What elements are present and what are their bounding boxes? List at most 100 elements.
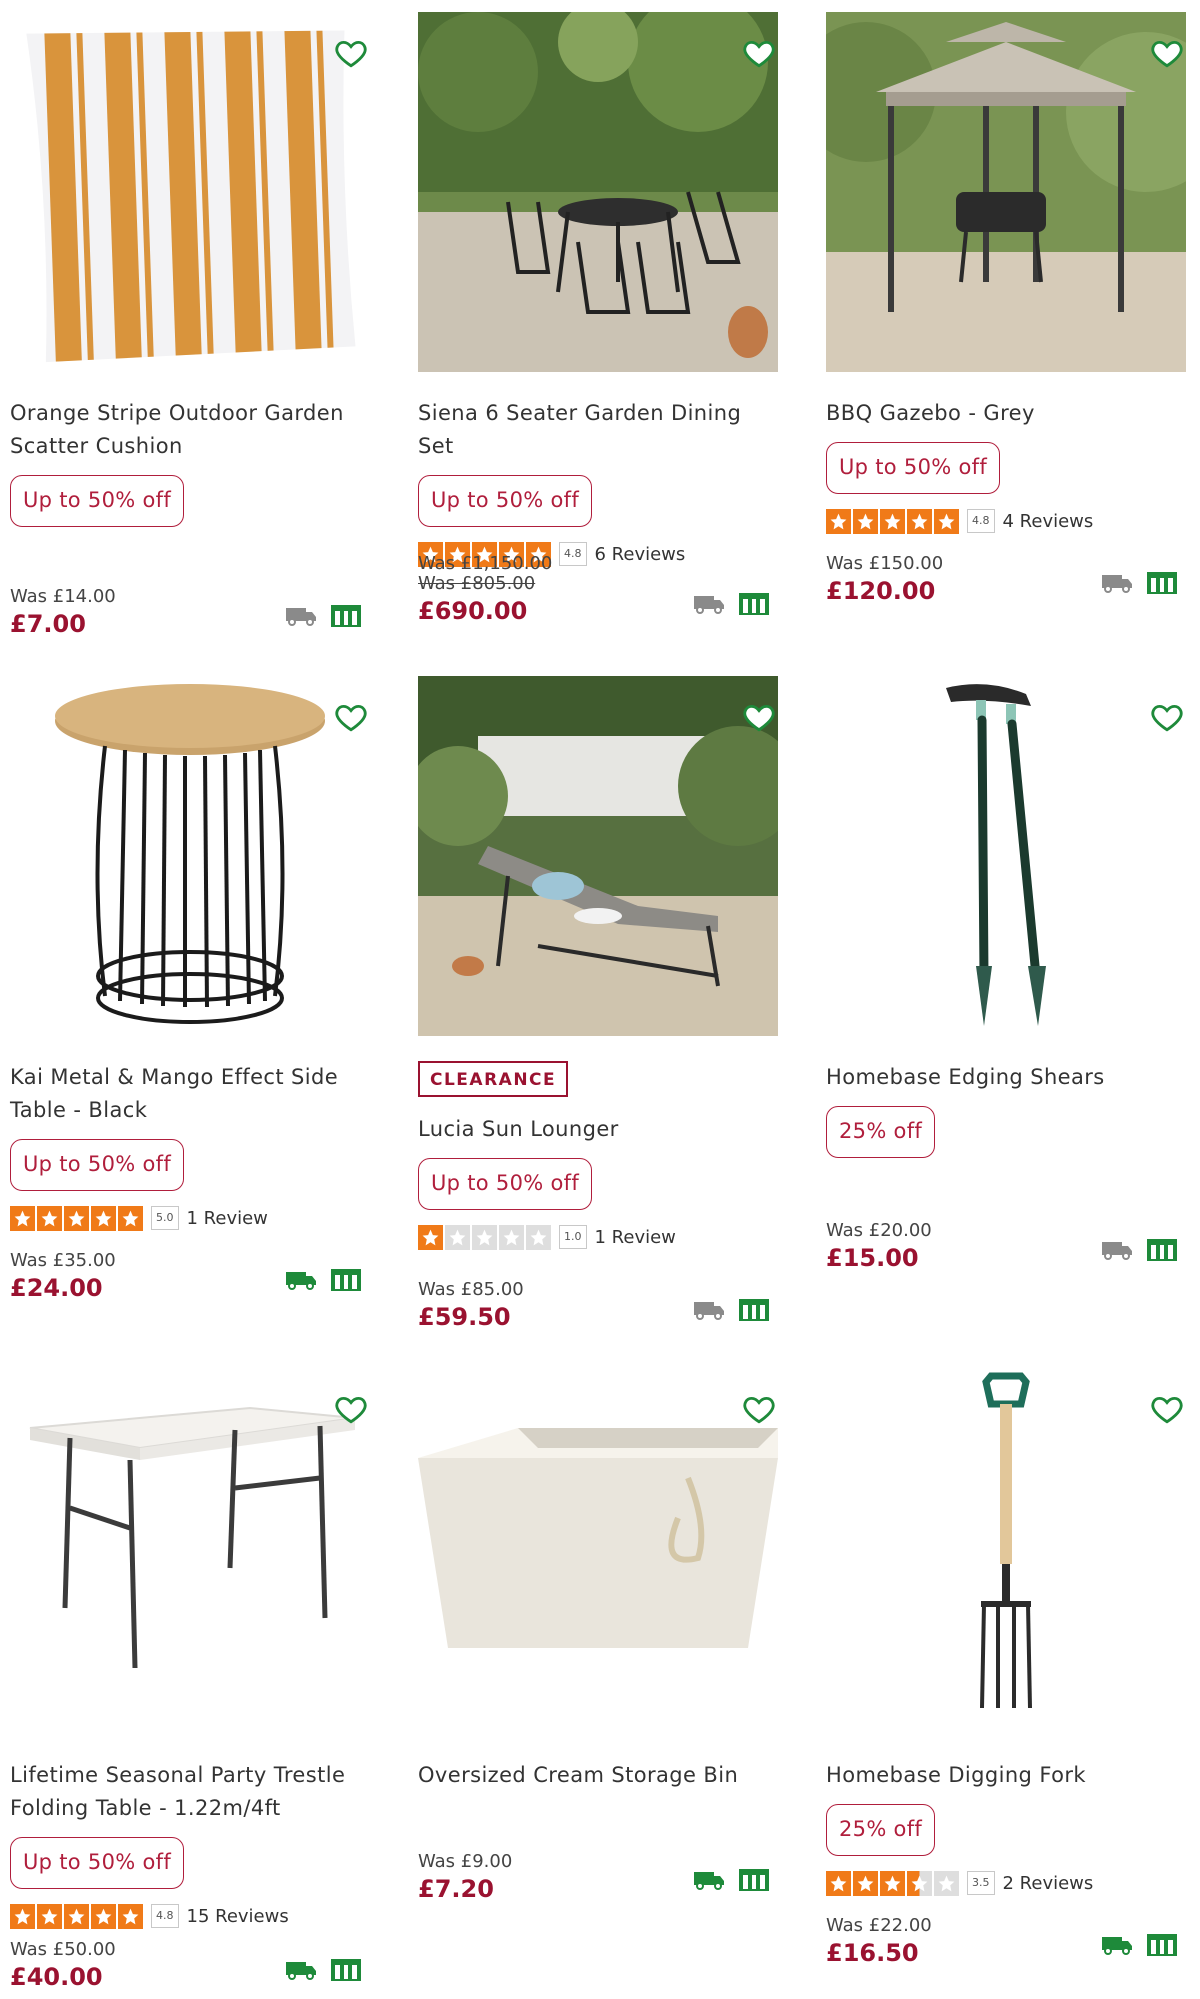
fulfilment-icons — [1098, 1236, 1178, 1262]
product-title[interactable]: Homebase Digging Fork — [826, 1759, 1186, 1792]
store-collect-icon — [739, 1299, 769, 1321]
star-icon — [934, 1870, 959, 1896]
review-count[interactable]: 15 Reviews — [187, 1906, 289, 1927]
star-icon — [853, 508, 878, 534]
delivery-truck-icon — [286, 608, 316, 626]
product-image[interactable] — [418, 676, 778, 1036]
star-icon — [37, 1903, 62, 1929]
product-image[interactable] — [10, 12, 370, 372]
rating-row: 4.8 4 Reviews — [826, 508, 1186, 534]
product-title[interactable]: Homebase Edging Shears — [826, 1061, 1186, 1094]
product-image[interactable] — [826, 12, 1186, 372]
product-card[interactable]: Siena 6 Seater Garden Dining Set Up to 5… — [418, 12, 788, 672]
star-icon — [118, 1205, 143, 1231]
product-card[interactable]: BBQ Gazebo - Grey Up to 50% off 4.8 4 Re… — [826, 12, 1196, 672]
product-image[interactable] — [826, 676, 1186, 1036]
offer-badge: Up to 50% off — [418, 475, 593, 527]
star-icon — [880, 508, 905, 534]
offer-badge: Up to 50% off — [10, 475, 185, 527]
store-collect-icon — [739, 1869, 769, 1891]
star-icon — [934, 508, 959, 534]
product-image[interactable] — [10, 676, 370, 1036]
delivery-truck-icon — [694, 1302, 724, 1320]
fulfilment-icons — [1098, 1931, 1178, 1957]
product-image[interactable] — [10, 1368, 370, 1728]
product-card[interactable]: Homebase Digging Fork 25% off 3.5 2 Revi… — [826, 1368, 1196, 1993]
product-card[interactable]: CLEARANCE Lucia Sun Lounger Up to 50% of… — [418, 676, 788, 1336]
delivery-truck-icon — [694, 1872, 724, 1890]
star-icon — [10, 1903, 35, 1929]
store-collect-icon — [331, 605, 361, 627]
product-image[interactable] — [826, 1368, 1186, 1728]
review-count[interactable]: 1 Review — [595, 1227, 676, 1248]
store-collect-icon — [739, 593, 769, 615]
wishlist-heart-icon[interactable] — [742, 1392, 776, 1426]
rating-score: 1.0 — [559, 1225, 587, 1249]
star-icon — [91, 1205, 116, 1231]
delivery-truck-icon — [1102, 1242, 1132, 1260]
rating-row: 3.5 2 Reviews — [826, 1870, 1186, 1896]
wishlist-heart-icon[interactable] — [334, 36, 368, 70]
offer-badge: Up to 50% off — [826, 442, 1001, 494]
rating-score: 3.5 — [967, 1871, 995, 1895]
star-rating — [10, 1205, 143, 1231]
star-icon — [907, 508, 932, 534]
star-rating — [826, 508, 959, 534]
clearance-tag: CLEARANCE — [418, 1061, 569, 1097]
fulfilment-icons — [282, 602, 362, 628]
fulfilment-icons — [282, 1956, 362, 1982]
product-title[interactable]: Lifetime Seasonal Party Trestle Folding … — [10, 1759, 370, 1825]
rating-score: 4.8 — [151, 1904, 179, 1928]
delivery-truck-icon — [1102, 1937, 1132, 1955]
wishlist-heart-icon[interactable] — [742, 700, 776, 734]
star-icon — [499, 1224, 524, 1250]
rating-row: 1.0 1 Review — [418, 1224, 778, 1250]
delivery-truck-icon — [286, 1962, 316, 1980]
star-icon — [526, 1224, 551, 1250]
star-rating — [826, 1870, 959, 1896]
product-title[interactable]: Lucia Sun Lounger — [418, 1113, 778, 1146]
wishlist-heart-icon[interactable] — [1150, 36, 1184, 70]
offer-badge: Up to 50% off — [418, 1158, 593, 1210]
product-title[interactable]: Oversized Cream Storage Bin — [418, 1759, 778, 1792]
delivery-truck-icon — [1102, 575, 1132, 593]
review-count[interactable]: 2 Reviews — [1003, 1873, 1094, 1894]
star-half-icon — [907, 1870, 932, 1896]
fulfilment-icons — [690, 1296, 770, 1322]
wishlist-heart-icon[interactable] — [1150, 1392, 1184, 1426]
offer-badge: 25% off — [826, 1106, 936, 1158]
product-image[interactable] — [418, 12, 778, 372]
store-collect-icon — [1147, 1934, 1177, 1956]
star-icon — [118, 1903, 143, 1929]
product-card[interactable]: Lifetime Seasonal Party Trestle Folding … — [10, 1368, 380, 1993]
rating-row: 4.8 15 Reviews — [10, 1903, 370, 1929]
product-card[interactable]: Kai Metal & Mango Effect Side Table - Bl… — [10, 676, 380, 1336]
store-collect-icon — [331, 1269, 361, 1291]
star-rating — [10, 1903, 143, 1929]
rating-score: 4.8 — [967, 509, 995, 533]
star-icon — [853, 1870, 878, 1896]
product-title[interactable]: Orange Stripe Outdoor Garden Scatter Cus… — [10, 397, 370, 463]
product-card[interactable]: Homebase Edging Shears 25% off Was £20.0… — [826, 676, 1196, 1336]
star-rating — [418, 1224, 551, 1250]
store-collect-icon — [1147, 572, 1177, 594]
product-card[interactable]: Oversized Cream Storage Bin Was £9.00 £7… — [418, 1368, 788, 1993]
star-icon — [91, 1903, 116, 1929]
review-count[interactable]: 1 Review — [187, 1208, 268, 1229]
fulfilment-icons — [690, 590, 770, 616]
product-title[interactable]: Kai Metal & Mango Effect Side Table - Bl… — [10, 1061, 370, 1127]
offer-badge: Up to 50% off — [10, 1837, 185, 1889]
star-icon — [472, 1224, 497, 1250]
review-count[interactable]: 4 Reviews — [1003, 511, 1094, 532]
wishlist-heart-icon[interactable] — [334, 700, 368, 734]
wishlist-heart-icon[interactable] — [1150, 700, 1184, 734]
star-icon — [64, 1903, 89, 1929]
wishlist-heart-icon[interactable] — [334, 1392, 368, 1426]
product-image[interactable] — [418, 1368, 778, 1728]
was-price: Was £1,150.00 — [418, 553, 553, 574]
product-card[interactable]: Orange Stripe Outdoor Garden Scatter Cus… — [10, 12, 380, 672]
product-title[interactable]: Siena 6 Seater Garden Dining Set — [418, 397, 778, 463]
product-title[interactable]: BBQ Gazebo - Grey — [826, 397, 1186, 430]
wishlist-heart-icon[interactable] — [742, 36, 776, 70]
store-collect-icon — [1147, 1239, 1177, 1261]
